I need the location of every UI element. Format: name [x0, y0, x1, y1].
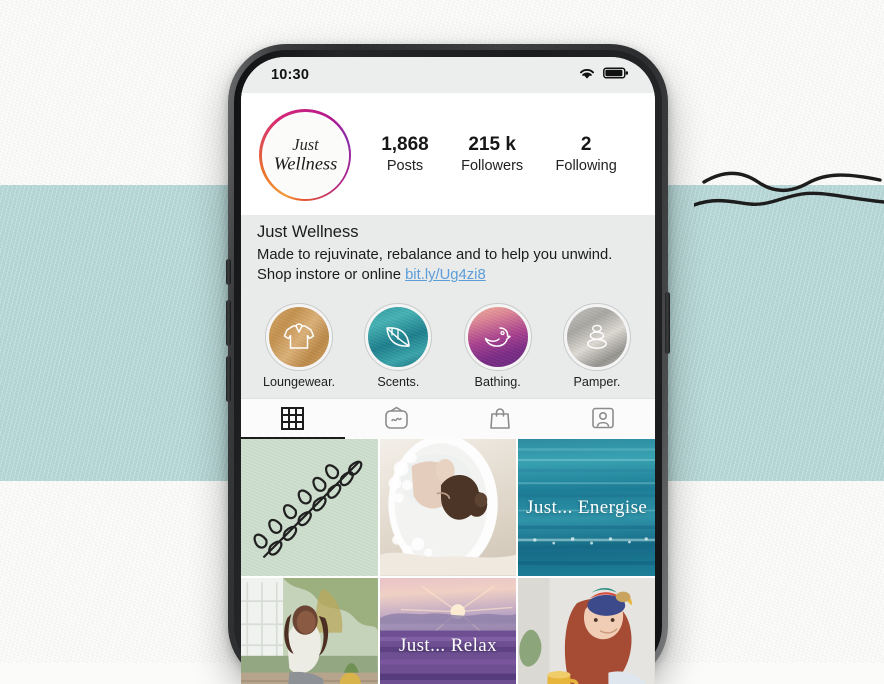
highlight-bathing-ring: [463, 303, 532, 372]
botanical-doodle-icon: [253, 460, 363, 559]
grid-icon: [281, 406, 305, 430]
photo-grid: Just... Energise Just... Relax: [241, 439, 655, 684]
stat-followers-number: 215 k: [468, 134, 516, 156]
stat-posts-number: 1,868: [381, 134, 429, 156]
journaling-photo: [518, 577, 655, 684]
wave-doodle-decoration: [692, 150, 884, 220]
highlight-loungewear-label: Loungewear.: [262, 375, 336, 390]
story-highlights: Loungewear. Scents. Bathing. Pamper.: [241, 295, 655, 399]
highlight-bathing-label: Bathing.: [474, 375, 521, 390]
highlight-pamper-label: Pamper.: [573, 375, 621, 390]
shopping-bag-icon: [489, 408, 510, 430]
highlight-loungewear-cover: [269, 307, 329, 368]
phone-mockup: 10:30 Just Wellness 1,868 Posts 215 k Fo…: [226, 44, 670, 684]
battery-icon: [603, 66, 629, 85]
avatar[interactable]: Just Wellness: [259, 109, 351, 201]
stat-posts-label: Posts: [386, 158, 424, 174]
leaf-icon: [386, 327, 411, 348]
tab-tagged[interactable]: [552, 399, 656, 437]
stat-posts[interactable]: 1,868 Posts: [381, 134, 429, 176]
post-energise-caption: Just... Energise: [526, 496, 648, 518]
stat-followers[interactable]: 215 k Followers: [461, 134, 523, 176]
bio-shop-text: Shop instore or online: [257, 267, 406, 284]
highlight-scents-label: Scents.: [377, 375, 420, 390]
bath-photo: [379, 439, 517, 576]
power-button[interactable]: [665, 292, 670, 354]
meditation-photo: [241, 577, 378, 684]
profile-stats: 1,868 Posts 215 k Followers 2 Following: [365, 134, 637, 176]
tab-igtv[interactable]: [345, 399, 449, 437]
profile-tab-bar: [241, 398, 656, 440]
svg-text:Wellness: Wellness: [273, 153, 336, 173]
wifi-icon: [578, 66, 596, 85]
highlight-bathing-cover: [467, 307, 528, 368]
highlight-loungewear-ring: [265, 303, 333, 372]
stat-following-number: 2: [580, 134, 592, 156]
post-journaling[interactable]: [518, 577, 655, 684]
highlight-scents-ring: [364, 303, 433, 372]
highlight-pamper-ring: [562, 303, 631, 372]
profile-header: Just Wellness 1,868 Posts 215 k Follower…: [241, 93, 655, 215]
bio-display-name: Just Wellness: [257, 223, 359, 241]
phone-screen: 10:30 Just Wellness 1,868 Posts 215 k Fo…: [241, 57, 655, 684]
status-indicators: [578, 66, 629, 85]
highlight-scents[interactable]: Scents.: [356, 303, 440, 389]
post-relax[interactable]: Just... Relax: [379, 577, 517, 684]
post-bath[interactable]: [379, 439, 517, 576]
highlight-pamper[interactable]: Pamper.: [555, 303, 639, 389]
sweatshirt-icon: [283, 323, 315, 349]
tab-shop[interactable]: [448, 399, 552, 437]
profile-bio: Just Wellness Made to rejuvinate, rebala…: [241, 215, 655, 296]
rubber-duck-icon: [484, 327, 511, 348]
post-meditation[interactable]: [241, 577, 378, 684]
tv-icon: [384, 406, 408, 430]
tagged-person-icon: [592, 407, 615, 429]
avatar-image: Just Wellness: [261, 111, 349, 199]
lavender-photo: [379, 585, 517, 684]
post-botanical[interactable]: [241, 439, 378, 576]
post-relax-caption: Just... Relax: [398, 635, 498, 657]
highlight-bathing[interactable]: Bathing.: [456, 303, 540, 389]
bio-link[interactable]: bit.ly/Ug4zi8: [405, 267, 486, 283]
bio-shop-line: Shop instore or online bit.ly/Ug4zi8: [257, 265, 639, 285]
volume-up-button[interactable]: [226, 300, 231, 346]
silent-switch[interactable]: [226, 259, 231, 285]
svg-text:Just: Just: [292, 135, 319, 154]
stat-following-label: Following: [555, 158, 617, 174]
highlight-scents-cover: [368, 307, 429, 368]
highlight-loungewear[interactable]: Loungewear.: [257, 303, 341, 389]
volume-down-button[interactable]: [226, 356, 231, 402]
post-energise[interactable]: Just... Energise: [518, 439, 655, 576]
stat-followers-label: Followers: [461, 158, 524, 174]
status-bar: 10:30: [241, 57, 655, 93]
highlight-pamper-cover: [566, 307, 627, 368]
zen-stones-icon: [587, 324, 607, 350]
status-time: 10:30: [271, 67, 310, 83]
stat-following[interactable]: 2 Following: [556, 134, 617, 176]
bio-description: Made to rejuvinate, rebalance and to hel…: [257, 247, 613, 263]
tab-grid[interactable]: [241, 399, 345, 440]
